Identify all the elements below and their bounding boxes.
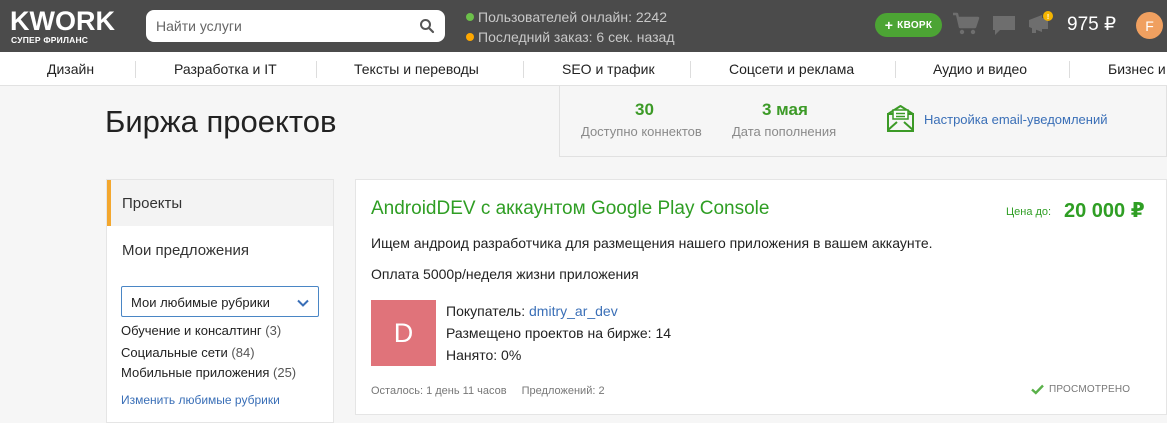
category-audio-video[interactable]: Аудио и видео — [933, 52, 1027, 86]
cart-icon[interactable] — [952, 12, 980, 36]
rubric-count: (84) — [231, 345, 255, 360]
buyer-info: Покупатель: dmitry_ar_dev — [446, 303, 618, 319]
rubric-name: Социальные сети — [121, 345, 228, 360]
rubrics-select[interactable]: Мои любимые рубрики — [121, 286, 319, 317]
notifications-icon[interactable]: ! — [1026, 10, 1054, 36]
connects-value: 30 — [635, 100, 654, 119]
kwork-logo[interactable]: KWORK СУПЕР ФРИЛАНС — [10, 6, 135, 46]
price-label: Цена до: — [1006, 206, 1052, 218]
sidebar-item-label: Проекты — [122, 195, 183, 212]
search-box — [146, 10, 445, 42]
rubric-count: (25) — [273, 365, 297, 380]
category-divider — [523, 61, 524, 78]
viewed-label: ПРОСМОТРЕНО — [1049, 384, 1131, 395]
chevron-down-icon — [297, 299, 309, 307]
sidebar: Проекты Мои предложения Мои любимые рубр… — [106, 179, 334, 423]
project-title[interactable]: AndroidDEV с аккаунтом Google Play Conso… — [371, 198, 769, 220]
project-card: AndroidDEV с аккаунтом Google Play Conso… — [355, 179, 1167, 415]
buyer-hired-rate: Нанято: 0% — [446, 347, 522, 363]
messages-icon[interactable] — [991, 14, 1017, 36]
rubric-name: Обучение и консалтинг — [121, 323, 262, 338]
category-social[interactable]: Соцсети и реклама — [729, 52, 854, 86]
time-left: Осталось: 1 день 11 часов — [371, 385, 507, 397]
rubric-item[interactable]: Мобильные приложения (25) — [121, 365, 296, 380]
add-kwork-button[interactable]: + КВОРК — [875, 13, 942, 37]
logo-text: KWORK — [10, 6, 115, 36]
search-input[interactable] — [156, 10, 416, 42]
connects-info-panel: 30 Доступно коннектов 3 мая Дата пополне… — [559, 86, 1167, 157]
mail-settings-icon[interactable] — [886, 104, 915, 133]
buyer-name-link[interactable]: dmitry_ar_dev — [529, 303, 618, 319]
balance[interactable]: 975 ₽ — [1067, 13, 1116, 36]
site-stats: Пользователей онлайн: 2242 Последний зак… — [466, 7, 675, 47]
buyer-avatar-letter: D — [393, 317, 414, 348]
viewed-badge: ПРОСМОТРЕНО — [1031, 384, 1130, 395]
category-business[interactable]: Бизнес и — [1108, 52, 1166, 86]
edit-rubrics-link[interactable]: Изменить любимые рубрики — [121, 393, 280, 407]
last-order: Последний заказ: 6 сек. назад — [466, 27, 675, 47]
category-design[interactable]: Дизайн — [47, 52, 94, 86]
user-avatar[interactable]: F — [1136, 12, 1163, 39]
svg-text:!: ! — [1047, 14, 1049, 21]
category-seo[interactable]: SEO и трафик — [562, 52, 655, 86]
sidebar-item-my-offers[interactable]: Мои предложения — [122, 242, 249, 259]
checkmark-icon — [1031, 384, 1044, 395]
plus-icon: + — [884, 17, 894, 33]
refill-date-label: Дата пополнения — [732, 124, 837, 139]
price-value: 20 000 ₽ — [1064, 200, 1145, 222]
sidebar-item-projects[interactable]: Проекты — [107, 180, 333, 226]
online-users: Пользователей онлайн: 2242 — [466, 7, 675, 27]
category-divider — [1069, 61, 1070, 78]
project-description: Ищем андроид разработчика для размещения… — [371, 235, 933, 251]
category-divider — [690, 61, 691, 78]
buyer-projects-posted: Размещено проектов на бирже: 14 — [446, 325, 672, 341]
category-nav: Дизайн Разработка и IT Тексты и переводы… — [0, 52, 1167, 86]
last-order-text: Последний заказ: 6 сек. назад — [478, 29, 675, 45]
offers-count: Предложений: 2 — [521, 385, 605, 397]
rubric-item[interactable]: Социальные сети (84) — [121, 345, 255, 360]
refill-date-value: 3 мая — [762, 100, 808, 119]
buyer-label: Покупатель: — [446, 303, 526, 319]
category-divider — [895, 61, 896, 78]
category-development[interactable]: Разработка и IT — [174, 52, 277, 86]
rubrics-select-value: Мои любимые рубрики — [131, 295, 270, 310]
page-title: Биржа проектов — [105, 104, 337, 139]
order-dot-icon — [466, 33, 474, 41]
online-users-text: Пользователей онлайн: 2242 — [478, 9, 667, 25]
project-payment-note: Оплата 5000р/неделя жизни приложения — [371, 266, 639, 282]
avatar-letter: F — [1145, 17, 1154, 34]
add-kwork-label: КВОРК — [897, 19, 933, 31]
category-divider — [316, 61, 317, 78]
project-meta: Осталось: 1 день 11 часов Предложений: 2 — [371, 385, 605, 397]
connects-label: Доступно коннектов — [581, 124, 702, 139]
search-icon[interactable] — [419, 18, 435, 34]
online-dot-icon — [466, 13, 474, 21]
category-divider — [135, 61, 136, 78]
rubric-count: (3) — [265, 323, 282, 338]
category-texts[interactable]: Тексты и переводы — [354, 52, 479, 86]
rubric-item[interactable]: Обучение и консалтинг (3) — [121, 323, 281, 338]
email-settings-link[interactable]: Настройка email-уведомлений — [924, 112, 1107, 127]
rubric-name: Мобильные приложения — [121, 365, 270, 380]
buyer-avatar[interactable]: D — [371, 300, 436, 366]
top-bar: KWORK СУПЕР ФРИЛАНС Пользователей онлайн… — [0, 0, 1167, 52]
logo-tagline: СУПЕР ФРИЛАНС — [11, 35, 89, 45]
